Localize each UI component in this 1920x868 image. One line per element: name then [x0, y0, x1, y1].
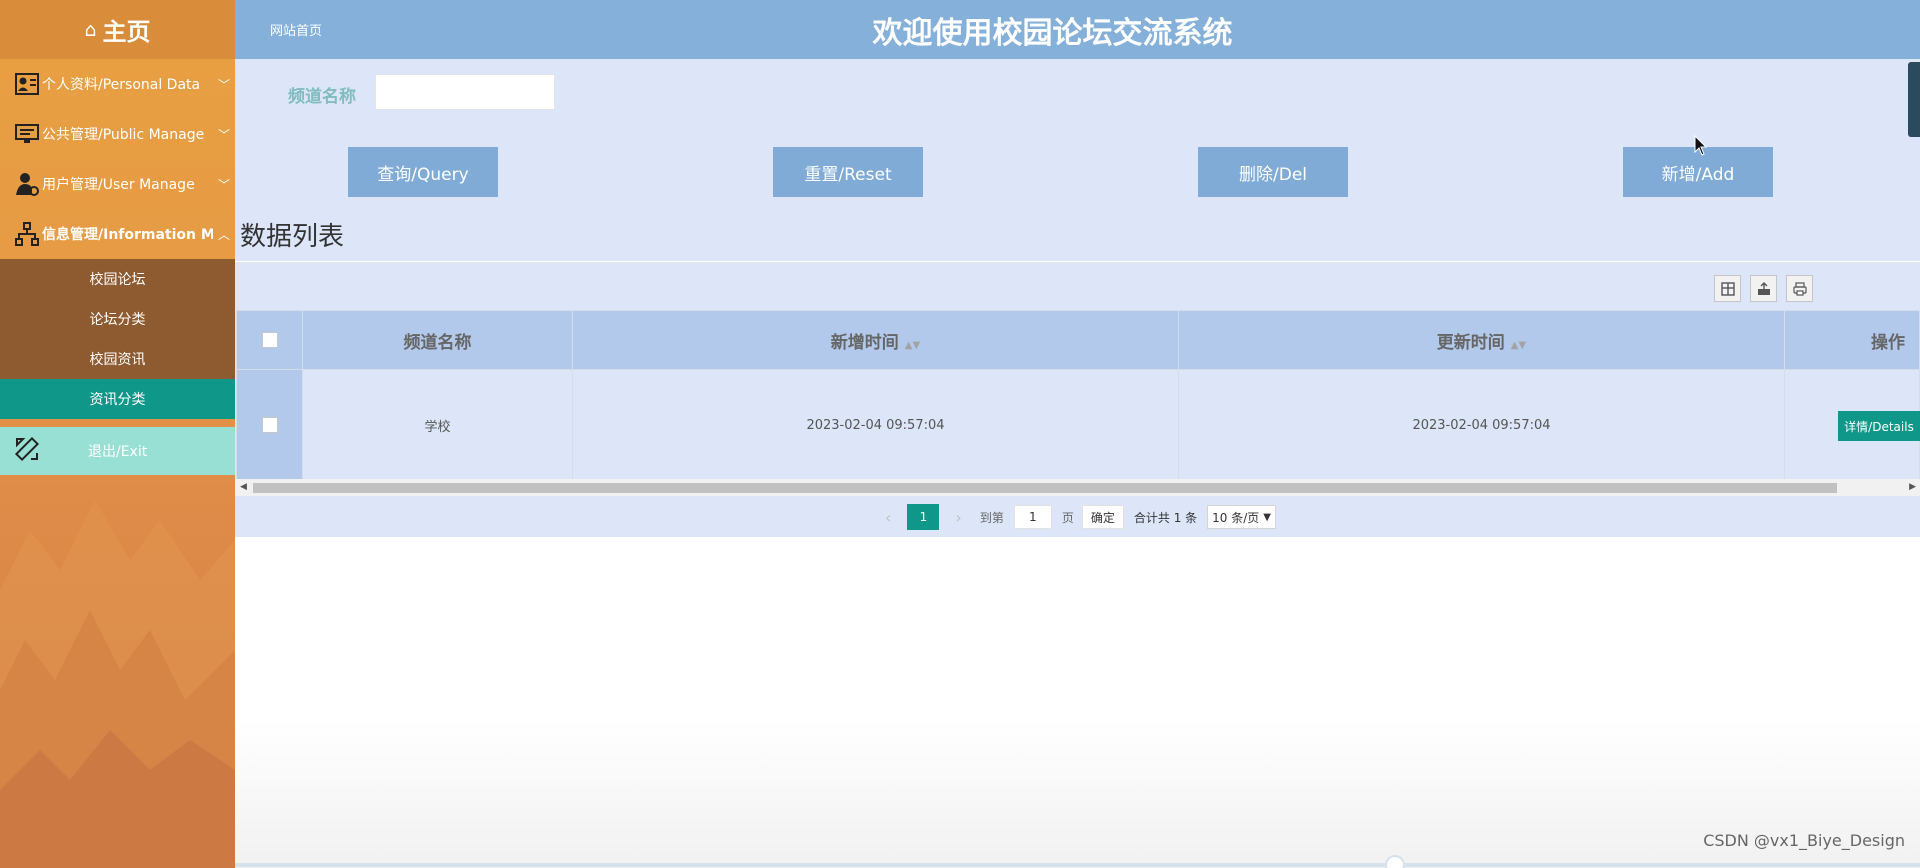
cell-created: 2023-02-04 09:57:04: [572, 369, 1179, 481]
main-content: 频道名称 查询/Query 重置/Reset 删除/Del 新增/Add 数据列…: [235, 59, 1920, 868]
monitor-icon: [14, 122, 40, 146]
chevron-down-icon: ﹀: [217, 77, 230, 92]
top-header: 网站首页 欢迎使用校园论坛交流系统: [235, 0, 1920, 59]
horizontal-scrollbar[interactable]: ◀ ▶: [235, 479, 1920, 496]
chevron-down-icon: ﹀: [217, 127, 230, 142]
sidebar: ⌂ 主页 个人资料/Personal Data ﹀ 公共管理/Public Ma…: [0, 0, 235, 868]
reset-button[interactable]: 重置/Reset: [773, 147, 923, 197]
sidebar-subitem-forum-category[interactable]: 论坛分类: [0, 299, 235, 339]
sidebar-item-label: 用户管理/User Manage: [42, 177, 195, 193]
side-scroll-widget[interactable]: [1908, 62, 1920, 137]
cell-channel: 学校: [302, 369, 573, 481]
mountain-background-image: [0, 500, 235, 868]
scrollbar-thumb[interactable]: [253, 483, 1837, 493]
page-unit-label: 页: [1061, 510, 1074, 525]
sidebar-item-information-manage[interactable]: 信息管理/Information Manage ︿: [0, 209, 235, 259]
channel-name-label: 频道名称: [288, 87, 356, 107]
scroll-left-icon[interactable]: ◀: [240, 482, 247, 492]
details-button[interactable]: 详情/Details: [1838, 411, 1920, 441]
sidebar-item-label: 公共管理/Public Manage: [42, 127, 205, 143]
data-table: 频道名称 新增时间 ▲▼ 更新时间 ▲▼ 操作 学校 2023-02-04 09:5…: [236, 310, 1920, 481]
column-header-channel: 频道名称: [302, 310, 573, 370]
export-icon[interactable]: [1750, 275, 1777, 302]
bottom-slider-track: [235, 863, 1920, 867]
sidebar-item-personal-data[interactable]: 个人资料/Personal Data ﹀: [0, 59, 235, 109]
home-icon: ⌂: [84, 18, 97, 41]
sidebar-submenu: 校园论坛 论坛分类 校园资讯 资讯分类: [0, 259, 235, 419]
chevron-down-icon: ﹀: [217, 177, 230, 192]
column-header-label: 更新时间: [1436, 332, 1505, 353]
channel-name-input[interactable]: [375, 74, 555, 110]
delete-button[interactable]: 删除/Del: [1198, 147, 1348, 197]
goto-confirm-button[interactable]: 确定: [1081, 505, 1124, 529]
cell-updated: 2023-02-04 09:57:04: [1178, 369, 1785, 481]
home-link[interactable]: ⌂ 主页: [0, 0, 235, 59]
sort-icon[interactable]: ▲▼: [905, 340, 920, 351]
column-header-label: 新增时间: [830, 332, 899, 353]
home-label: 主页: [102, 18, 151, 46]
query-button[interactable]: 查询/Query: [348, 147, 498, 197]
column-header-updated[interactable]: 更新时间 ▲▼: [1178, 310, 1785, 370]
sort-icon[interactable]: ▲▼: [1511, 340, 1526, 351]
sitemap-icon: [14, 222, 40, 246]
select-all-cell: [236, 310, 303, 370]
print-icon[interactable]: [1786, 275, 1813, 302]
total-count: 合计共 1 条: [1133, 510, 1198, 525]
search-panel: 频道名称 查询/Query 重置/Reset 删除/Del 新增/Add 数据列…: [235, 59, 1920, 261]
table-header-row: 频道名称 新增时间 ▲▼ 更新时间 ▲▼ 操作: [236, 310, 1920, 370]
sidebar-item-label: 信息管理/Information Manage: [42, 227, 213, 243]
sidebar-item-public-manage[interactable]: 公共管理/Public Manage ﹀: [0, 109, 235, 159]
prev-page-icon[interactable]: ‹: [885, 508, 891, 527]
sidebar-subitem-campus-forum[interactable]: 校园论坛: [0, 259, 235, 299]
scroll-right-icon[interactable]: ▶: [1909, 482, 1916, 492]
exit-label: 退出/Exit: [88, 444, 148, 460]
page-bottom-area: [235, 719, 1920, 868]
column-header-label: 操作: [1871, 332, 1905, 353]
pagination: ‹ 1 › 到第 1 页 确定 合计共 1 条 10 条/页 ▼: [235, 496, 1920, 538]
page-number-current[interactable]: 1: [907, 504, 940, 530]
chevron-up-icon: ︿: [217, 227, 230, 242]
table-row: 学校 2023-02-04 09:57:04 2023-02-04 09:57:…: [236, 369, 1920, 481]
goto-page-input[interactable]: 1: [1013, 505, 1052, 529]
sidebar-item-label: 个人资料/Personal Data: [42, 77, 201, 93]
page-size-select[interactable]: 10 条/页 ▼: [1207, 505, 1276, 529]
columns-filter-icon[interactable]: [1714, 275, 1741, 302]
sidebar-item-user-manage[interactable]: 用户管理/User Manage ﹀: [0, 159, 235, 209]
data-table-panel: 频道名称 新增时间 ▲▼ 更新时间 ▲▼ 操作 学校 2023-02-04 09:5…: [235, 262, 1920, 537]
sidebar-subitem-news-category[interactable]: 资讯分类: [0, 379, 235, 419]
user-gear-icon: [14, 172, 40, 196]
page-size-value: 10 条/页: [1212, 510, 1260, 525]
column-header-created[interactable]: 新增时间 ▲▼: [572, 310, 1179, 370]
table-toolbar: [1714, 275, 1813, 302]
chevron-down-icon: ▼: [1263, 511, 1271, 523]
sidebar-subitem-campus-news[interactable]: 校园资讯: [0, 339, 235, 379]
column-header-label: 频道名称: [403, 332, 472, 353]
watermark-text: CSDN @vx1_Biye_Design: [1703, 831, 1905, 850]
row-checkbox[interactable]: [261, 417, 278, 433]
column-header-action: 操作: [1784, 310, 1920, 370]
list-title: 数据列表: [240, 222, 345, 252]
bottom-slider-knob[interactable]: [1385, 855, 1405, 868]
page-title: 欢迎使用校园论坛交流系统: [872, 16, 1233, 51]
next-page-icon[interactable]: ›: [955, 508, 961, 527]
select-all-checkbox[interactable]: [261, 332, 278, 348]
row-select-cell: [236, 369, 303, 481]
goto-label: 到第: [979, 510, 1004, 525]
pencil-ruler-icon: [13, 435, 43, 467]
mouse-cursor-icon: [1694, 135, 1708, 156]
exit-button[interactable]: 退出/Exit: [0, 427, 235, 475]
user-card-icon: [14, 72, 40, 96]
